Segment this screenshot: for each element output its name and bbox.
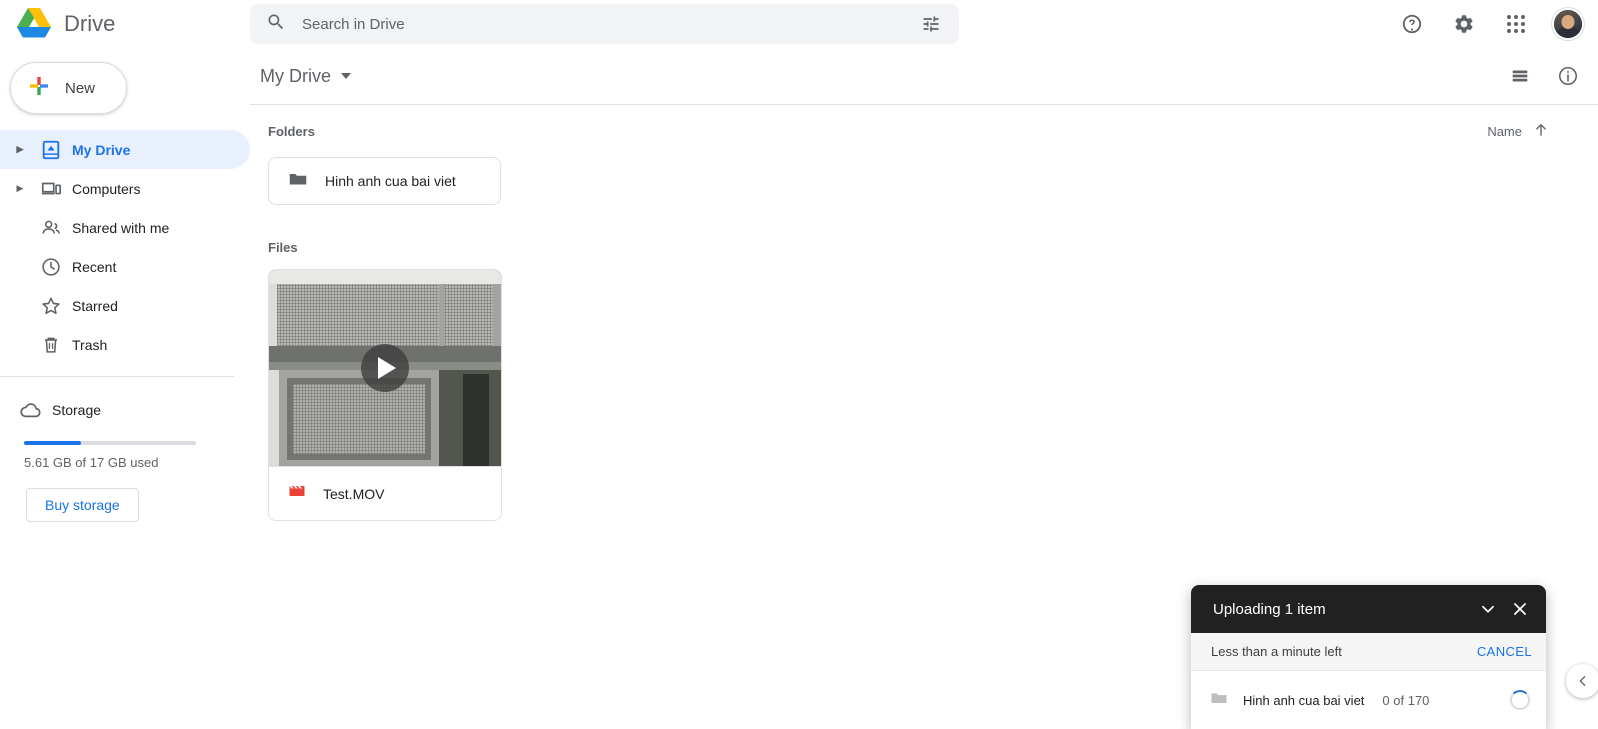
new-button[interactable]: New bbox=[10, 62, 127, 114]
file-name: Test.MOV bbox=[323, 485, 385, 502]
upload-item-name: Hinh anh cua bai viet bbox=[1243, 692, 1365, 708]
apps-grid-icon[interactable] bbox=[1500, 8, 1532, 40]
upload-toast-title: Uploading 1 item bbox=[1213, 600, 1326, 618]
sort-control[interactable]: Name bbox=[1487, 121, 1584, 142]
sidebar-item-storage[interactable]: Storage bbox=[0, 393, 250, 427]
folder-icon bbox=[1209, 688, 1229, 713]
brand-title: Drive bbox=[64, 11, 116, 36]
sidebar-item-label: Starred bbox=[72, 297, 118, 314]
google-drive-logo-icon bbox=[16, 6, 52, 43]
people-icon bbox=[30, 217, 72, 239]
sidebar-item-starred[interactable]: Starred bbox=[0, 286, 250, 325]
star-icon bbox=[30, 295, 72, 317]
sidebar-nav: ▶ My Drive ▶ Computers Shared with me Re… bbox=[0, 130, 250, 364]
video-thumbnail[interactable] bbox=[269, 270, 501, 466]
sidebar-item-my-drive[interactable]: ▶ My Drive bbox=[0, 130, 250, 169]
folders-header-row: Folders Name bbox=[250, 105, 1598, 157]
new-button-label: New bbox=[65, 79, 96, 97]
help-circle-icon[interactable] bbox=[1396, 8, 1428, 40]
upload-toast: Uploading 1 item Less than a minute left… bbox=[1191, 585, 1546, 729]
storage-usage-text: 5.61 GB of 17 GB used bbox=[24, 455, 159, 470]
sidebar-item-computers[interactable]: ▶ Computers bbox=[0, 169, 250, 208]
upload-toast-status-row: Less than a minute left CANCEL bbox=[1191, 633, 1546, 671]
computers-icon bbox=[30, 178, 72, 200]
search-icon bbox=[266, 12, 286, 37]
expand-caret-icon[interactable]: ▶ bbox=[10, 144, 30, 155]
chevron-down-icon[interactable] bbox=[1472, 593, 1504, 625]
breadcrumb-bar: My Drive bbox=[250, 48, 1598, 105]
sidebar-item-label: Recent bbox=[72, 258, 117, 275]
folders-section-label: Folders bbox=[268, 123, 315, 139]
upload-toast-header: Uploading 1 item bbox=[1191, 585, 1546, 633]
breadcrumb-label: My Drive bbox=[260, 65, 331, 86]
cloud-icon bbox=[10, 398, 52, 422]
file-card[interactable]: Test.MOV bbox=[268, 269, 502, 521]
folder-card[interactable]: Hinh anh cua bai viet bbox=[268, 157, 501, 205]
files-section-label: Files bbox=[268, 240, 298, 255]
top-bar-actions bbox=[1396, 0, 1584, 48]
video-file-icon bbox=[287, 481, 307, 506]
drive-app: Drive Search in Drive New ▶ My Drive ▶ C… bbox=[0, 0, 1598, 729]
sidebar-item-recent[interactable]: Recent bbox=[0, 247, 250, 286]
storage-section: Storage 5.61 GB of 17 GB used Buy storag… bbox=[0, 393, 250, 522]
chevron-down-icon[interactable] bbox=[341, 73, 351, 79]
gear-icon[interactable] bbox=[1448, 8, 1480, 40]
my-drive-icon bbox=[30, 139, 72, 161]
close-icon[interactable] bbox=[1504, 593, 1536, 625]
progress-spinner-icon bbox=[1510, 690, 1530, 710]
arrow-up-icon[interactable] bbox=[1532, 121, 1550, 142]
sidebar-item-trash[interactable]: Trash bbox=[0, 325, 250, 364]
sidebar-item-label: Computers bbox=[72, 180, 141, 197]
search-input[interactable] bbox=[286, 15, 915, 33]
avatar[interactable] bbox=[1552, 8, 1584, 40]
sidebar: New ▶ My Drive ▶ Computers Shared with m… bbox=[0, 48, 250, 729]
files-header-row: Files bbox=[268, 239, 1580, 257]
side-panel-toggle-button[interactable] bbox=[1566, 664, 1598, 698]
buy-storage-button[interactable]: Buy storage bbox=[26, 488, 139, 522]
upload-item-count: 0 of 170 bbox=[1382, 692, 1430, 708]
upload-item-row[interactable]: Hinh anh cua bai viet 0 of 170 bbox=[1191, 671, 1546, 729]
sidebar-item-shared-with-me[interactable]: Shared with me bbox=[0, 208, 250, 247]
folder-icon bbox=[287, 168, 309, 195]
search-options-icon[interactable] bbox=[915, 8, 947, 40]
upload-time-remaining: Less than a minute left bbox=[1211, 644, 1342, 659]
info-circle-icon[interactable] bbox=[1552, 60, 1584, 92]
sidebar-item-label: My Drive bbox=[72, 141, 131, 158]
storage-progress-track bbox=[24, 441, 196, 445]
sidebar-item-label: Trash bbox=[72, 336, 108, 353]
content-grid: Hinh anh cua bai viet Files Test.MOV bbox=[250, 157, 1598, 521]
sort-label: Name bbox=[1487, 123, 1522, 139]
top-bar: Drive bbox=[0, 0, 1598, 48]
cancel-upload-button[interactable]: CANCEL bbox=[1477, 644, 1532, 659]
sidebar-item-label: Shared with me bbox=[72, 219, 170, 236]
storage-progress-fill bbox=[24, 441, 81, 445]
list-view-icon[interactable] bbox=[1504, 60, 1536, 92]
brand[interactable]: Drive bbox=[0, 6, 250, 43]
folder-name: Hinh anh cua bai viet bbox=[325, 173, 456, 189]
trash-icon bbox=[30, 334, 72, 356]
clock-icon bbox=[30, 256, 72, 278]
sidebar-divider bbox=[0, 376, 234, 377]
file-card-footer: Test.MOV bbox=[269, 466, 501, 520]
storage-label: Storage bbox=[52, 402, 102, 418]
expand-caret-icon[interactable]: ▶ bbox=[10, 183, 30, 194]
search-bar[interactable] bbox=[250, 4, 959, 44]
play-icon[interactable] bbox=[361, 344, 409, 392]
breadcrumb[interactable]: My Drive bbox=[260, 66, 351, 87]
plus-icon bbox=[27, 74, 51, 102]
